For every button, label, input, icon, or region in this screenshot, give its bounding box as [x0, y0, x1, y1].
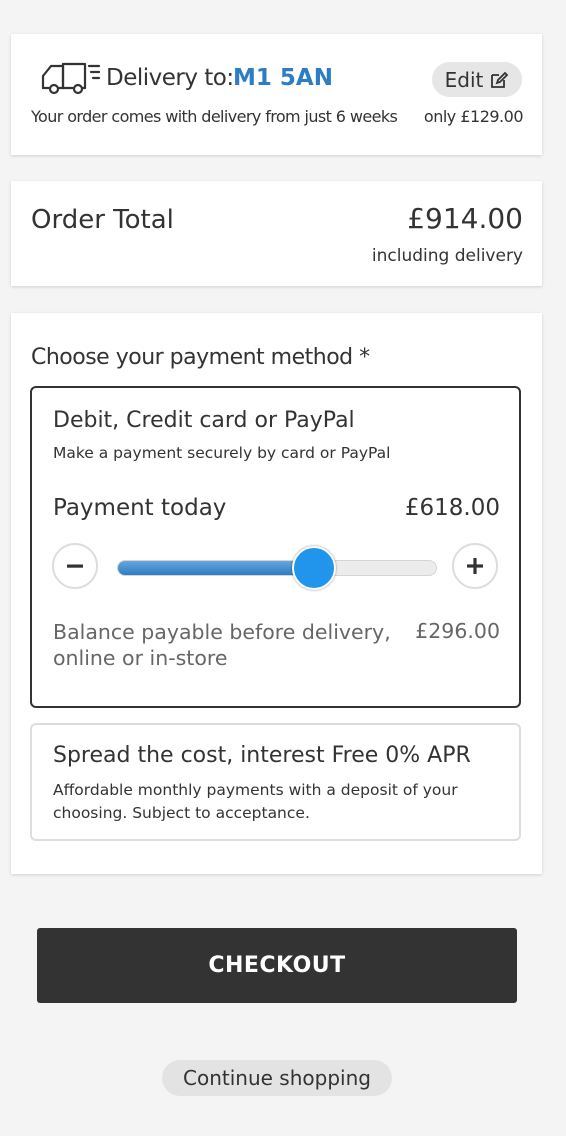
delivery-label: Delivery to:: [106, 65, 234, 91]
payment-option-card[interactable]: Debit, Credit card or PayPal Make a paym…: [30, 386, 521, 708]
payment-method-card: Choose your payment method * Debit, Cred…: [11, 313, 542, 874]
delivery-card: Delivery to: M1 5AN Edit Your order come…: [11, 34, 542, 155]
delivery-postcode: M1 5AN: [233, 65, 333, 91]
order-total-card: Order Total £914.00 including delivery: [11, 181, 542, 286]
finance-option-card[interactable]: Spread the cost, interest Free 0% APR Af…: [30, 723, 521, 841]
payment-heading: Choose your payment method *: [31, 345, 370, 370]
order-total-note: including delivery: [371, 246, 523, 266]
order-total-value: £914.00: [407, 202, 523, 235]
plus-icon: [467, 558, 483, 574]
payment-slider-fill: [118, 561, 316, 575]
increase-payment-button[interactable]: [452, 543, 498, 589]
edit-delivery-button[interactable]: Edit: [432, 62, 522, 97]
edit-label: Edit: [444, 67, 484, 92]
decrease-payment-button[interactable]: [52, 543, 98, 589]
order-total-label: Order Total: [31, 205, 174, 235]
payment-slider-track[interactable]: [117, 560, 437, 576]
continue-shopping-button[interactable]: Continue shopping: [162, 1060, 392, 1096]
edit-icon: [491, 71, 509, 88]
finance-option-subtitle: Affordable monthly payments with a depos…: [53, 781, 458, 822]
finance-option-title: Spread the cost, interest Free 0% APR: [53, 743, 471, 768]
payment-today-label: Payment today: [53, 495, 227, 521]
checkout-button[interactable]: CHECKOUT: [37, 928, 517, 1003]
minus-icon: [67, 564, 83, 568]
payment-option-subtitle: Make a payment securely by card or PayPa…: [53, 444, 391, 462]
delivery-price: only £129.00: [423, 107, 524, 126]
balance-value: £296.00: [415, 619, 500, 643]
delivery-note: Your order comes with delivery from just…: [31, 107, 398, 126]
balance-label: Balance payable before delivery, online …: [53, 620, 391, 670]
payment-slider-thumb[interactable]: [292, 546, 337, 590]
payment-today-value: £618.00: [404, 495, 500, 521]
truck-icon: [41, 62, 101, 95]
payment-option-title: Debit, Credit card or PayPal: [53, 408, 355, 433]
